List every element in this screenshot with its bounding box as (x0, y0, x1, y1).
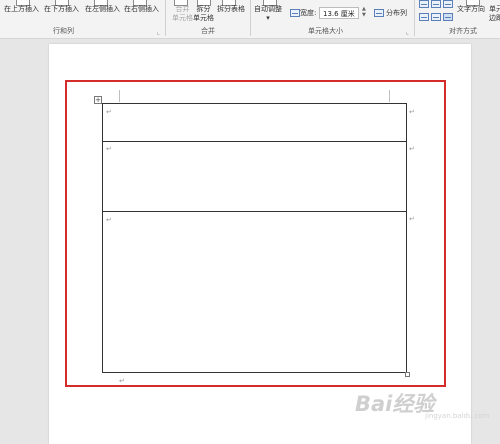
insert-left-button[interactable]: 在左侧插入 (85, 5, 120, 14)
group-separator (250, 0, 251, 36)
group-separator (414, 0, 415, 36)
distribute-columns-icon (374, 9, 384, 17)
autofit-label: 自动调整 (254, 5, 282, 13)
group-separator (165, 0, 166, 36)
align-middle-center-icon[interactable] (431, 13, 441, 21)
split-table-button[interactable]: 拆分表格 (217, 5, 245, 14)
watermark: Bai经验 jingyan.baidu.com (355, 388, 500, 434)
align-top-left-icon[interactable] (419, 0, 429, 8)
insert-right-button[interactable]: 在右侧插入 (124, 5, 159, 14)
width-label: 宽度: (300, 9, 317, 17)
group-label-merge: 合并 (201, 27, 215, 35)
cell-margins-label-2: 边距 (489, 14, 500, 22)
text-direction-button[interactable]: 文字方向 (457, 5, 485, 14)
chevron-down-icon: ▾ (266, 14, 270, 22)
merge-cells-button[interactable]: 合并 单元格 (172, 5, 193, 23)
watermark-url: jingyan.baidu.com (425, 412, 490, 420)
group-label-rows-cols: 行和列 (53, 27, 74, 35)
merge-cells-label: 合并 (175, 5, 190, 13)
align-middle-left-icon[interactable] (419, 13, 429, 21)
width-input[interactable]: 13.6 厘米 (319, 7, 359, 19)
cell-margins-button[interactable]: 单元 边距 (489, 5, 500, 23)
align-top-center-icon[interactable] (431, 0, 441, 8)
ribbon-table-layout: 在上方插入 在下方插入 在左侧插入 在右侧插入 行和列 ⌞ 合并 单元格 拆分 … (0, 0, 500, 39)
autofit-button[interactable]: 自动调整 ▾ (254, 5, 282, 23)
table-width-icon (290, 9, 300, 17)
highlight-box (65, 80, 446, 387)
align-middle-right-icon[interactable] (443, 13, 453, 21)
distribute-columns-button[interactable]: 分布列 (386, 9, 407, 18)
watermark-logo: Bai经验 (355, 392, 435, 416)
spin-down-icon[interactable]: ▼ (362, 13, 366, 18)
insert-below-button[interactable]: 在下方插入 (44, 5, 79, 14)
merge-cells-label-2: 单元格 (172, 14, 193, 22)
split-cells-label: 拆分 (196, 5, 211, 13)
rows-cols-launcher-icon[interactable]: ⌞ (157, 29, 160, 36)
cell-margins-label: 单元 (489, 5, 500, 13)
group-label-cell-size: 单元格大小 (308, 27, 343, 35)
group-label-alignment: 对齐方式 (449, 27, 477, 35)
align-top-right-icon[interactable] (443, 0, 453, 8)
split-cells-button[interactable]: 拆分 单元格 (193, 5, 214, 23)
split-cells-label-2: 单元格 (193, 14, 214, 22)
insert-above-button[interactable]: 在上方插入 (4, 5, 39, 14)
cell-size-launcher-icon[interactable]: ⌞ (406, 29, 409, 36)
